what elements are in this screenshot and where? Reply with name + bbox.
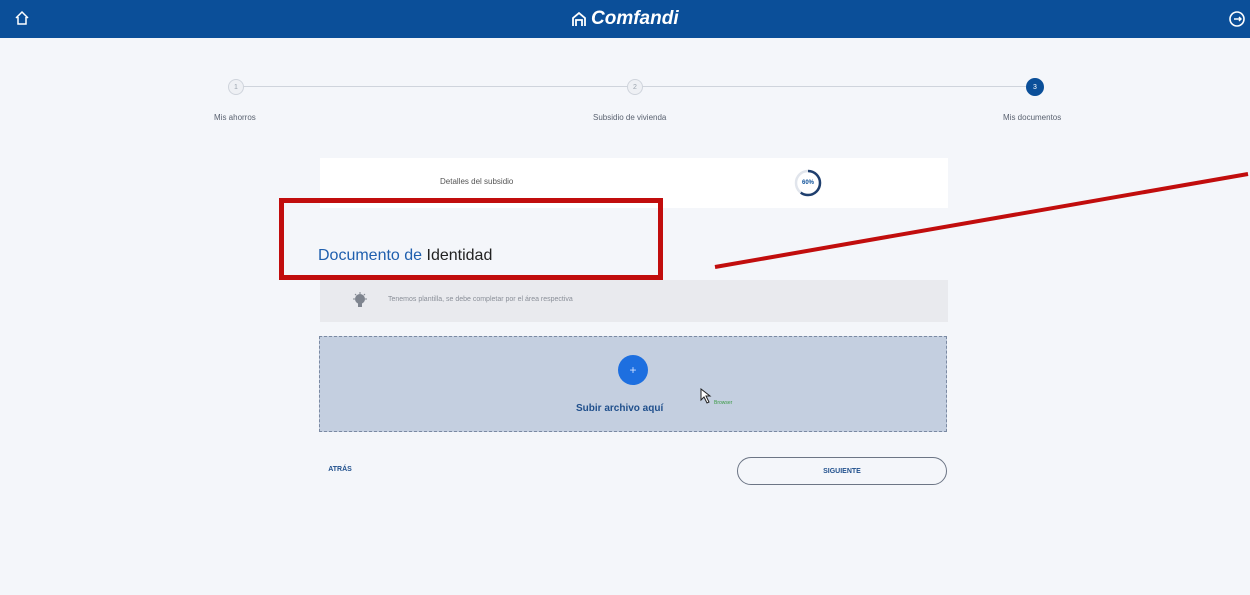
step-2-label: Subsidio de vivienda <box>593 113 667 122</box>
step-number: 3 <box>1033 83 1037 91</box>
top-bar: Comfandi <box>0 0 1250 38</box>
file-upload-dropzone[interactable]: + Subir archivo aquí Browser <box>319 336 947 432</box>
home-icon[interactable] <box>14 10 30 26</box>
step-number: 2 <box>633 83 637 91</box>
upload-label[interactable]: Subir archivo aquí <box>576 403 663 414</box>
logout-icon[interactable] <box>1228 10 1246 28</box>
cursor-tag: Browser <box>714 400 733 406</box>
next-button[interactable]: SIGUIENTE <box>737 457 947 485</box>
brand-name: Comfandi <box>591 8 679 29</box>
stepper-connector <box>640 86 1026 87</box>
comfandi-logo-icon <box>572 11 586 26</box>
step-2-dot: 2 <box>627 79 643 95</box>
annotation-highlight-box <box>279 198 663 280</box>
brand-logo: Comfandi <box>570 6 679 32</box>
back-button[interactable]: ATRÁS <box>318 457 362 481</box>
stepper-connector <box>240 86 630 87</box>
step-3-dot: 3 <box>1026 78 1044 96</box>
lightbulb-icon <box>353 292 367 307</box>
mouse-cursor-icon <box>700 388 712 404</box>
upload-icon[interactable]: + <box>618 355 648 385</box>
hint-text: Tenemos plantilla, se debe completar por… <box>388 296 573 303</box>
subsidy-details-label: Detalles del subsidio <box>440 177 514 186</box>
annotation-arrow-line <box>714 172 1249 269</box>
step-number: 1 <box>234 83 238 91</box>
step-1-label: Mis ahorros <box>214 113 256 122</box>
hint-banner: Tenemos plantilla, se debe completar por… <box>320 280 948 322</box>
step-1-dot: 1 <box>228 79 244 95</box>
step-3-label: Mis documentos <box>1003 113 1062 122</box>
